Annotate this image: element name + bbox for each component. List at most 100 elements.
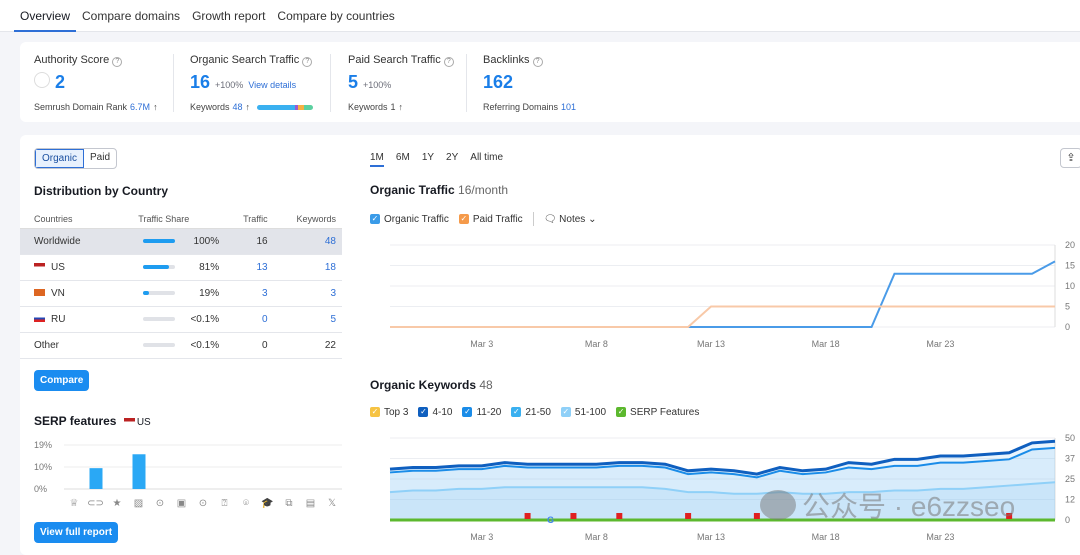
period-1y[interactable]: 1Y [422, 152, 434, 167]
x-tick-label: Mar 3 [470, 339, 493, 349]
legend-serp-features[interactable]: ✓ SERP Features [616, 407, 699, 418]
traffic-value[interactable]: 3 [225, 280, 274, 307]
chart-title: Organic Keywords [370, 378, 477, 392]
location-icon: ⌾ [243, 498, 249, 509]
info-icon[interactable]: ? [443, 57, 454, 67]
notes-dropdown[interactable]: 🗨 Notes ⌄ [544, 214, 597, 225]
keywords-distribution-bar [257, 104, 314, 110]
share-bar [143, 316, 176, 321]
legend-51-100[interactable]: ✓ 51-100 [560, 407, 606, 418]
share-bar [143, 238, 176, 243]
traffic-legend: ✓ Organic Traffic ✓ Paid Traffic 🗨 Notes ⌄ [370, 212, 596, 226]
table-row[interactable]: RU <0.1% 0 5 [20, 306, 342, 333]
legend-label: Top 3 [384, 407, 409, 418]
country-name: Worldwide [34, 235, 81, 247]
toggle-paid[interactable]: Paid [84, 149, 116, 168]
compare-button[interactable]: Compare [34, 370, 90, 391]
table-row[interactable]: VN 19% 3 3 [20, 280, 342, 307]
chart-subtitle: 16/month [458, 183, 509, 197]
legend-21-50[interactable]: ✓ 21-50 [511, 407, 551, 418]
keywords-value[interactable]: 18 [273, 254, 342, 281]
video-icon: ⊙ [156, 498, 164, 509]
arrow-up-icon: ↑ [398, 102, 404, 112]
traffic-value[interactable]: 0 [225, 306, 274, 333]
checkbox-icon: ✓ [511, 407, 522, 418]
period-1m[interactable]: 1M [370, 152, 384, 167]
watermark: 公众号 · e6zzseo [760, 485, 1015, 525]
share-bar [143, 290, 176, 295]
ru-flag-icon [34, 315, 45, 323]
info-icon[interactable]: ? [112, 57, 123, 67]
country-name: Other [34, 339, 60, 351]
share-value: 19% [199, 287, 220, 299]
y-tick-label: 0% [34, 484, 47, 494]
share-cell: <0.1% [108, 306, 226, 333]
column-header: Traffic [225, 210, 274, 229]
keywords-value[interactable]: 5 [273, 306, 342, 333]
briefcase-icon: ▤ [306, 498, 315, 509]
traffic-value[interactable]: 13 [225, 254, 274, 281]
organic-search-traffic: Organic Search Traffic ? 16 +100% View det… [190, 54, 314, 112]
table-row[interactable]: US 81% 13 18 [20, 254, 342, 281]
country-cell: Worldwide [20, 228, 109, 255]
note-flag-icon [524, 513, 531, 519]
keywords-value[interactable]: 48 [273, 228, 342, 255]
period-2y[interactable]: 2Y [446, 152, 458, 167]
legend-organic-traffic[interactable]: ✓ Organic Traffic [370, 214, 449, 225]
x-tick-label: Mar 23 [926, 339, 954, 349]
metric-value[interactable]: 16 [190, 72, 210, 93]
play-icon: ▣ [177, 498, 186, 509]
table-row[interactable]: Other <0.1% 0 22 [20, 332, 342, 359]
video-carousel-icon: ⊙ [199, 498, 207, 509]
backlinks: Backlinks ? 162 Referring Domains 101 [483, 54, 576, 112]
keywords-value[interactable]: 3 [273, 280, 342, 307]
legend-11-20[interactable]: ✓ 11-20 [462, 407, 501, 418]
info-icon[interactable]: ? [302, 57, 313, 67]
metric-value[interactable]: 162 [483, 72, 513, 93]
tab-compare-by-countries[interactable]: Compare by countries [271, 0, 400, 32]
metric-sub-value[interactable]: 48 [233, 102, 243, 112]
y-tick-label: 0 [1065, 322, 1070, 332]
metric-sub-label: Referring Domains [483, 102, 559, 112]
crown-icon: ♕ [70, 498, 79, 509]
chart-title: Organic Traffic [370, 183, 455, 197]
metric-sub-value[interactable]: 101 [561, 102, 576, 112]
divider [532, 212, 534, 226]
tab-overview[interactable]: Overview [14, 0, 77, 32]
period-all-time[interactable]: All time [470, 152, 503, 167]
y-tick-label: 12 [1065, 495, 1075, 505]
checkbox-icon: ✓ [458, 213, 469, 224]
view-details-link[interactable]: View details [248, 80, 296, 90]
y-tick-label: 25 [1065, 474, 1075, 484]
legend-label: Paid Traffic [472, 213, 523, 225]
toggle-organic[interactable]: Organic [35, 149, 85, 168]
metric-value[interactable]: 5 [348, 72, 358, 93]
y-tick-label: 20 [1065, 240, 1075, 250]
y-tick-label: 10 [1065, 281, 1075, 291]
export-icon[interactable]: ⇪ [1060, 148, 1080, 168]
checkbox-icon: ✓ [418, 407, 429, 418]
education-icon: 🎓 [261, 497, 273, 509]
metric-sub-value[interactable]: 6.7M [130, 102, 150, 112]
image-icon: ▨ [134, 498, 143, 509]
series-line-paid-traffic [390, 305, 1055, 328]
country-cell: VN [20, 280, 109, 307]
legend-top-3[interactable]: ✓ Top 3 [370, 407, 408, 418]
metric-sub-label: Keywords [190, 102, 230, 112]
share-cell: 19% [108, 280, 226, 307]
country-cell: Other [20, 332, 109, 359]
info-icon[interactable]: ? [532, 57, 543, 67]
country-name: VN [51, 287, 65, 299]
table-row[interactable]: Worldwide 100% 16 48 [20, 228, 342, 255]
tab-compare-domains[interactable]: Compare domains [76, 0, 186, 32]
score-ring-icon [34, 72, 50, 88]
tab-growth-report[interactable]: Growth report [186, 0, 271, 32]
legend-4-10[interactable]: ✓ 4-10 [418, 407, 452, 418]
view-full-report-button[interactable]: View full report [34, 522, 119, 543]
paid-search-traffic: Paid Search Traffic ? 5 +100% Keywords 1 ↑ [348, 54, 454, 112]
y-tick-label: 37 [1065, 454, 1075, 464]
us-flag-icon [34, 263, 45, 271]
chart-subtitle: 48 [479, 378, 493, 392]
period-6m[interactable]: 6M [396, 152, 410, 167]
legend-paid-traffic[interactable]: ✓ Paid Traffic [458, 213, 523, 225]
